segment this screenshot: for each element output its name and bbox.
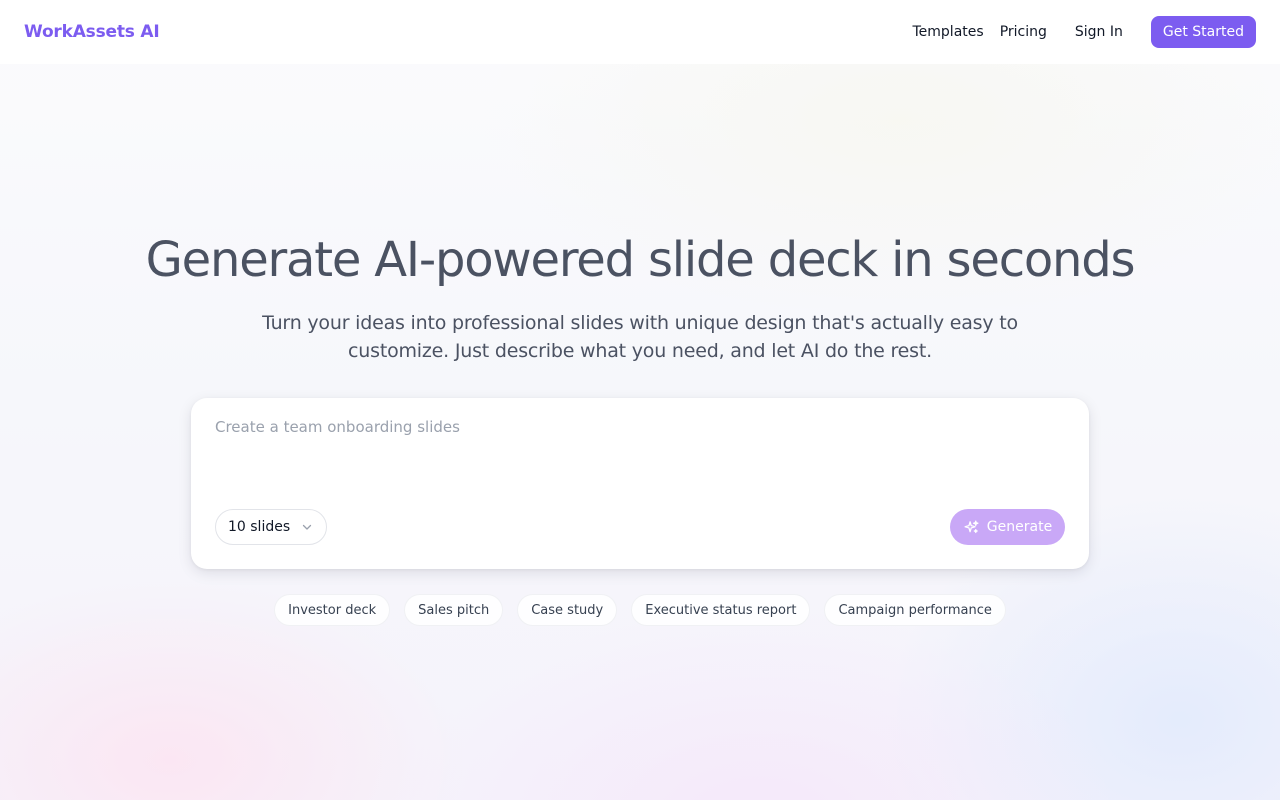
hero-title: Generate AI-powered slide deck in second… <box>145 232 1136 288</box>
sparkles-icon <box>963 519 980 536</box>
suggestion-chip-executive-status-report[interactable]: Executive status report <box>631 594 811 626</box>
chevron-down-icon <box>300 520 314 534</box>
suggestion-chip-case-study[interactable]: Case study <box>517 594 618 626</box>
site-header: WorkAssets AI Templates Pricing Sign In … <box>0 0 1280 64</box>
sign-in-link[interactable]: Sign In <box>1075 24 1123 40</box>
generate-button[interactable]: Generate <box>950 509 1065 545</box>
nav-link-templates[interactable]: Templates <box>913 24 984 40</box>
slide-count-value: 10 slides <box>228 519 291 535</box>
slide-count-select[interactable]: 10 slides <box>215 509 327 545</box>
generate-label: Generate <box>986 519 1053 535</box>
brand-logo[interactable]: WorkAssets AI <box>24 22 160 42</box>
suggestion-chip-campaign-performance[interactable]: Campaign performance <box>824 594 1006 626</box>
prompt-card: 10 slides Generate <box>191 398 1089 569</box>
suggestion-chip-sales-pitch[interactable]: Sales pitch <box>404 594 504 626</box>
hero-subtitle: Turn your ideas into professional slides… <box>262 312 1018 362</box>
prompt-input[interactable] <box>215 418 1065 478</box>
suggestion-chips: Investor deck Sales pitch Case study Exe… <box>0 594 1280 626</box>
nav-link-pricing[interactable]: Pricing <box>1000 24 1047 40</box>
get-started-button[interactable]: Get Started <box>1150 16 1256 48</box>
top-nav: Templates Pricing Sign In Get Started <box>913 16 1256 48</box>
suggestion-chip-investor-deck[interactable]: Investor deck <box>274 594 391 626</box>
